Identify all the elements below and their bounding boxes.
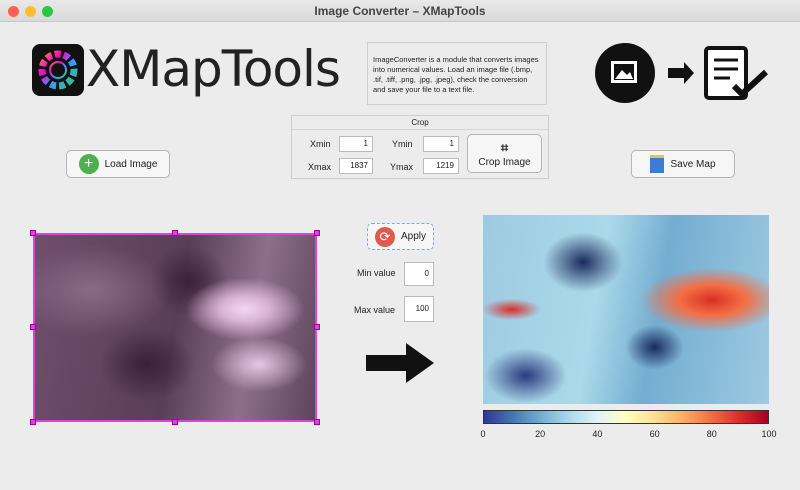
source-image[interactable]	[33, 233, 317, 422]
window-title: Image Converter – XMapTools	[314, 4, 486, 18]
save-map-label: Save Map	[670, 158, 716, 170]
description-text: ImageConverter is a module that converts…	[367, 42, 547, 105]
crop-title: Crop	[292, 118, 548, 130]
colorbar-tick-label: 0	[480, 429, 486, 439]
resize-handle[interactable]	[314, 419, 320, 425]
xmax-label: Xmax	[308, 162, 332, 172]
resize-handle[interactable]	[314, 230, 320, 236]
xmin-label: Xmin	[310, 139, 331, 149]
crop-icon: ⌗	[500, 139, 509, 155]
colorbar	[483, 410, 769, 424]
ymin-input[interactable]: 1	[423, 136, 459, 152]
refresh-icon: ⟳	[374, 226, 395, 247]
max-value-label: Max value	[354, 305, 396, 315]
close-window-button[interactable]	[8, 6, 19, 17]
colorbar-tick-label: 40	[592, 429, 603, 439]
crop-image-label: Crop Image	[478, 156, 531, 168]
ymin-label: Ymin	[392, 139, 413, 149]
xmax-input[interactable]: 1837	[339, 158, 373, 174]
logo-text: XMapTools	[86, 40, 341, 98]
crop-image-button[interactable]: ⌗ Crop Image	[467, 134, 542, 173]
resize-handle[interactable]	[172, 419, 178, 425]
plus-icon: +	[78, 154, 99, 174]
save-icon	[650, 155, 665, 173]
zoom-window-button[interactable]	[42, 6, 53, 17]
resize-handle[interactable]	[172, 230, 178, 236]
resize-handle[interactable]	[30, 419, 36, 425]
resize-handle[interactable]	[314, 324, 320, 330]
apply-label: Apply	[400, 231, 426, 242]
colorbar-tick-label: 20	[535, 429, 546, 439]
min-value-input[interactable]: 0	[404, 262, 434, 286]
title-bar: Image Converter – XMapTools	[0, 0, 800, 22]
converted-map[interactable]	[483, 215, 769, 404]
load-image-label: Load Image	[104, 158, 158, 170]
ymax-input[interactable]: 1219	[423, 158, 459, 174]
apply-button[interactable]: ⟳ Apply	[367, 223, 434, 250]
resize-handle[interactable]	[30, 324, 36, 330]
crop-panel: Crop Xmin 1 Ymin 1 Xmax 1837 Ymax 1219 ⌗…	[291, 115, 549, 179]
resize-handle[interactable]	[30, 230, 36, 236]
max-value-input[interactable]: 100	[404, 296, 434, 322]
colorbar-tick-label: 60	[649, 429, 660, 439]
gear-logo-icon	[32, 44, 84, 96]
image-to-document-icon	[595, 43, 769, 103]
colorbar-tick-label: 100	[761, 429, 777, 439]
min-value-label: Min value	[357, 268, 396, 278]
right-arrow-icon	[366, 343, 434, 383]
save-map-button[interactable]: Save Map	[631, 150, 735, 178]
load-image-button[interactable]: + Load Image	[66, 150, 170, 178]
ymax-label: Ymax	[390, 162, 414, 172]
xmin-input[interactable]: 1	[339, 136, 373, 152]
colorbar-tick-label: 80	[706, 429, 717, 439]
minimize-window-button[interactable]	[25, 6, 36, 17]
